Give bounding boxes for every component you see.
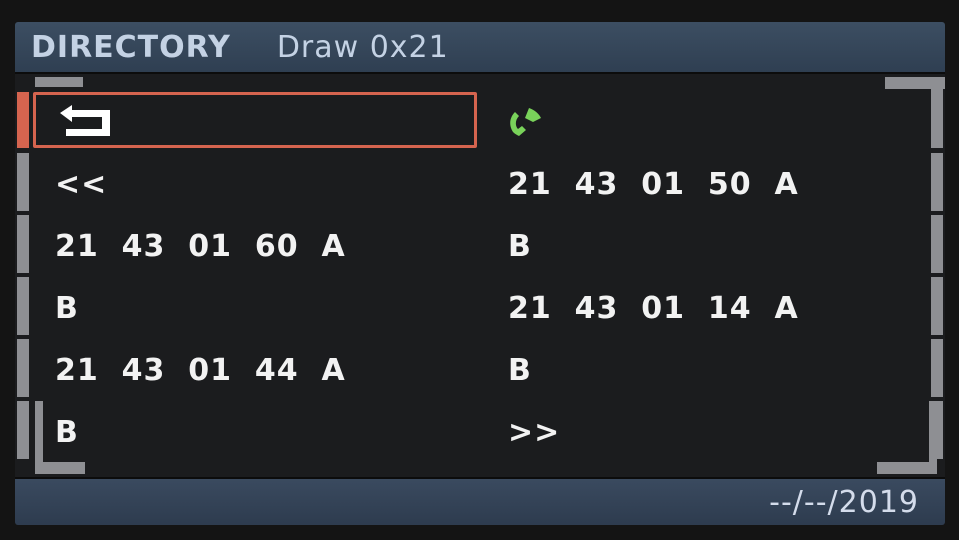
page-title: DIRECTORY [31,29,231,65]
phone-handset-icon [507,104,543,142]
left-bracket-top [35,77,83,87]
right-rail-segment [931,339,943,397]
directory-entry[interactable]: 21 43 01 60 A [55,215,346,277]
right-bracket-vertical [929,401,937,474]
back-return-icon [56,103,114,143]
right-bracket-top [885,77,945,89]
directory-entry[interactable]: B [55,277,79,339]
directory-entry[interactable]: B [55,401,79,463]
left-rail-segment [17,215,29,273]
directory-entry[interactable]: 21 43 01 44 A [55,339,346,401]
page-subtitle: Draw 0x21 [276,29,449,65]
page-next-button[interactable]: >> [508,401,560,463]
directory-screen: DIRECTORY Draw 0x21 << 21 43 01 60 A B 2… [15,22,945,525]
directory-entry[interactable]: B [508,339,532,401]
directory-entry[interactable]: B [508,215,532,277]
left-rail-segment [17,277,29,335]
page-prev-button[interactable]: << [55,153,107,215]
left-rail-segment [17,401,29,459]
right-bracket-bottom [877,462,937,474]
directory-entry[interactable]: 21 43 01 50 A [508,153,799,215]
back-button[interactable] [33,92,477,148]
right-rail-segment [931,153,943,211]
right-rail-segment [931,215,943,273]
directory-entry[interactable]: 21 43 01 14 A [508,277,799,339]
left-bracket-vertical [35,401,43,474]
left-scroll-rail [17,92,29,148]
right-scroll-rail [931,89,943,148]
date-display: --/--/2019 [769,485,919,520]
right-rail-segment [931,277,943,335]
left-rail-segment [17,339,29,397]
status-bar: --/--/2019 [15,477,945,525]
header-bar: DIRECTORY Draw 0x21 [15,22,945,74]
left-rail-segment [17,153,29,211]
